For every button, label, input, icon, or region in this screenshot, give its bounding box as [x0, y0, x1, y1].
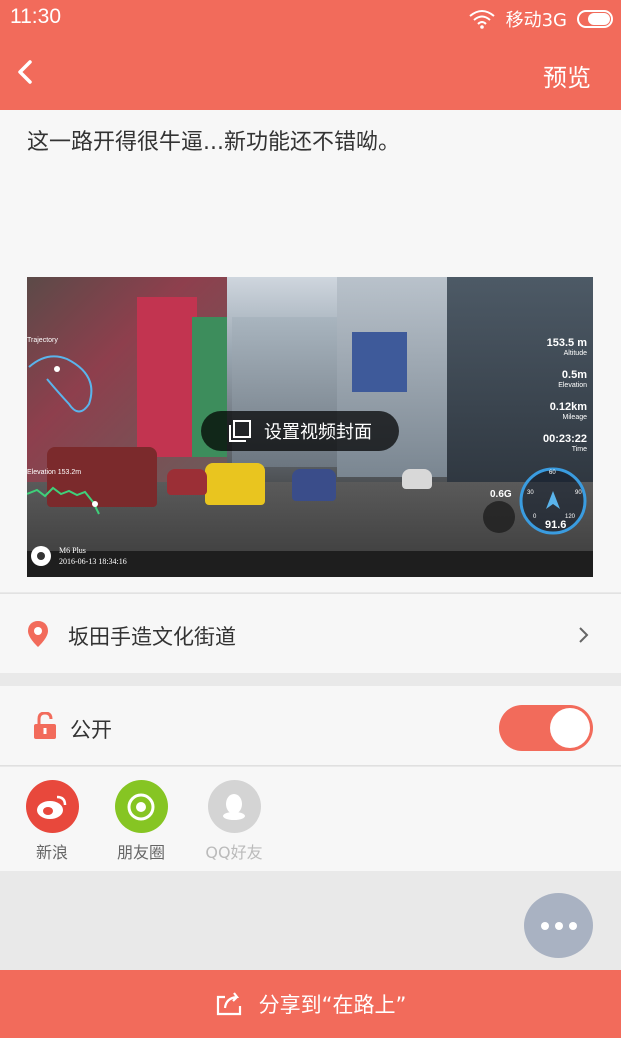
- more-dot-icon: [568, 921, 577, 930]
- gauge-tick-30: 30: [527, 490, 534, 496]
- back-arrow-icon[interactable]: [12, 56, 44, 88]
- set-video-cover-label: 设置视频封面: [264, 422, 372, 443]
- unlock-icon: [34, 712, 56, 739]
- weibo-icon: [25, 780, 79, 833]
- privacy-label: 公开: [70, 718, 112, 742]
- location-row[interactable]: 坂田手造文化街道: [0, 593, 621, 673]
- mileage-label: Mileage: [562, 414, 587, 421]
- share-weibo-label: 新浪: [35, 843, 68, 862]
- moments-icon: [114, 780, 168, 833]
- altitude-value: 153.5 m: [546, 337, 587, 349]
- camera-logo-icon: [31, 546, 51, 566]
- video-thumbnail[interactable]: Trajectory Elevation 153.2m 153.5 m Alti…: [27, 277, 593, 577]
- share-targets: 新浪 朋友圈 QQ好友: [0, 767, 621, 871]
- qq-icon: [207, 780, 261, 833]
- time-value: 00:23:22: [542, 433, 587, 445]
- share-to-road-button[interactable]: 分享到“在路上”: [0, 970, 621, 1038]
- gauge-tick-120: 120: [565, 514, 576, 520]
- speed-value: 91.6: [545, 519, 567, 531]
- time-label: Time: [571, 446, 587, 453]
- location-name: 坂田手造文化街道: [68, 625, 236, 649]
- privacy-row: 公开: [0, 686, 621, 766]
- elevation-stat-label: Elevation: [558, 382, 587, 389]
- watermark-brand: M6 Plus: [59, 546, 86, 555]
- watermark-timestamp: 2016-06-13 18:34:16: [59, 557, 127, 566]
- trajectory-path: [28, 355, 93, 413]
- app-bar: 预览: [0, 36, 621, 110]
- mileage-value: 0.12km: [549, 401, 587, 413]
- status-time: 11:30: [10, 5, 61, 28]
- elevation-label: Elevation 153.2m: [27, 469, 82, 476]
- more-button[interactable]: [524, 893, 593, 958]
- post-editor: 这一路开得很牛逼...新功能还不错呦。 Trajectory Elevation…: [0, 110, 621, 592]
- taxi-car: [205, 463, 265, 505]
- cover-frame-icon: [229, 420, 251, 442]
- more-dot-icon: [540, 921, 549, 930]
- location-pin-icon: [28, 621, 48, 647]
- chevron-right-icon: [579, 627, 589, 643]
- set-video-cover-button[interactable]: 设置视频封面: [201, 411, 399, 451]
- gforce-dial: [483, 501, 515, 533]
- share-qq[interactable]: QQ好友: [199, 780, 269, 863]
- share-moments[interactable]: 朋友圈: [106, 780, 176, 863]
- share-qq-label: QQ好友: [205, 843, 263, 862]
- wifi-icon: [468, 10, 495, 29]
- trajectory-label: Trajectory: [27, 337, 58, 344]
- preview-button[interactable]: 预览: [543, 58, 591, 93]
- share-weibo[interactable]: 新浪: [17, 780, 87, 863]
- carrier-label: 移动3G: [505, 10, 567, 31]
- public-toggle[interactable]: [499, 705, 593, 751]
- altitude-label: Altitude: [563, 350, 587, 357]
- more-dot-icon: [554, 921, 563, 930]
- battery-icon: [577, 10, 613, 28]
- gauge-tick-0: 0: [533, 514, 537, 520]
- share-moments-label: 朋友圈: [116, 843, 165, 862]
- status-bar: 11:30 移动3G: [0, 0, 621, 36]
- elevation-graph: [27, 486, 100, 515]
- share-to-road-label: 分享到“在路上”: [258, 993, 407, 1017]
- gforce-value: 0.6G: [490, 489, 512, 500]
- share-icon: [216, 992, 241, 1016]
- gauge-tick-90: 90: [575, 490, 582, 496]
- gauge-tick-60: 60: [549, 470, 556, 476]
- toggle-knob: [550, 708, 590, 748]
- caption-text[interactable]: 这一路开得很牛逼...新功能还不错呦。: [27, 124, 400, 156]
- elevation-value: 0.5m: [561, 369, 587, 381]
